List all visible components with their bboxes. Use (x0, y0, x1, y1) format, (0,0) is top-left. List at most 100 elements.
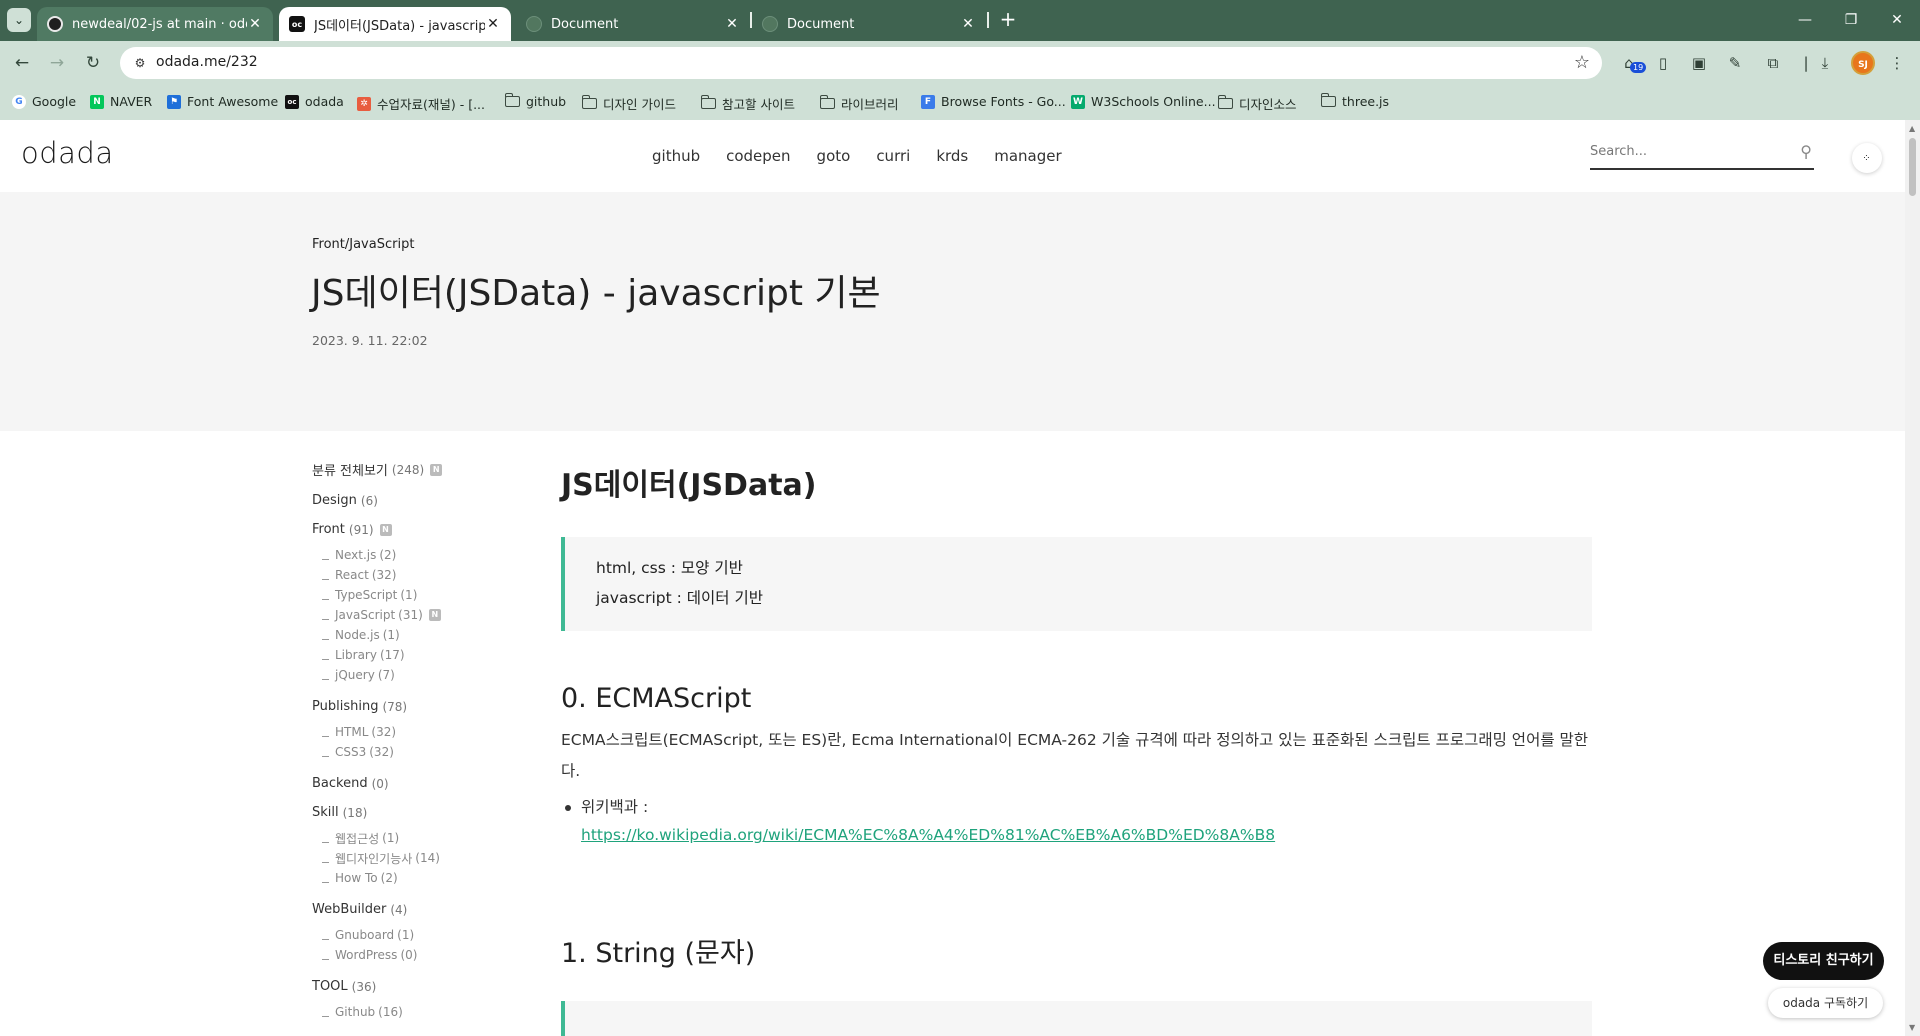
bookmark-naver[interactable]: N NAVER (90, 94, 152, 109)
search-input[interactable] (1590, 144, 1780, 159)
wikipedia-link[interactable]: https://ko.wikipedia.org/wiki/ECMA%EC%8A… (581, 826, 1275, 844)
google-fonts-icon: F (921, 94, 935, 109)
address-bar[interactable]: ⚙ odada.me/232 ☆ (120, 47, 1602, 79)
new-tab-button[interactable]: + (996, 8, 1020, 32)
subcategory-item[interactable]: JavaScript (31) N (322, 605, 542, 625)
nav-link-curri[interactable]: curri (876, 147, 910, 165)
nav-link-github[interactable]: github (652, 147, 700, 165)
bookmark-folder-reference-sites[interactable]: 참고할 사이트 (700, 94, 795, 113)
tistory-friend-button[interactable]: 티스토리 친구하기 (1763, 942, 1884, 980)
site-search: ⚲ (1590, 140, 1814, 170)
extension-icon[interactable]: ⌂ 19 (1618, 52, 1647, 74)
back-icon[interactable]: ← (10, 51, 34, 75)
bookmark-google[interactable]: G Google (12, 94, 76, 109)
forward-icon[interactable]: → (45, 51, 69, 75)
nav-link-krds[interactable]: krds (936, 147, 968, 165)
post-category[interactable]: Front/JavaScript (312, 237, 414, 252)
bookmark-label: 참고할 사이트 (722, 97, 795, 112)
main-nav: github codepen goto curri krds manager (652, 147, 1088, 165)
bookmark-class-material[interactable]: ✲ 수업자료(재널) - [... (357, 94, 485, 113)
bookmark-google-fonts[interactable]: F Browse Fonts - Go... (921, 94, 1066, 109)
category-all[interactable]: 분류 전체보기 (248) N (312, 460, 542, 479)
minimize-icon[interactable]: — (1782, 0, 1828, 41)
subcategory-count: (32) (371, 725, 397, 739)
category-design[interactable]: Design (6) (312, 493, 542, 508)
bookmark-label: odada (305, 94, 344, 109)
dash-icon (322, 841, 329, 843)
subcategory-item[interactable]: Library (17) (322, 645, 542, 665)
url-text[interactable]: odada.me/232 (156, 54, 258, 70)
restore-icon[interactable]: ❐ (1828, 0, 1874, 41)
bookmark-folder-design-source[interactable]: 디자인소스 (1217, 94, 1297, 113)
bookmark-folder-design-guide[interactable]: 디자인 가이드 (581, 94, 676, 113)
reload-icon[interactable]: ↻ (81, 51, 105, 75)
browser-tab[interactable]: newdeal/02-js at main · oddodada ✕ (37, 7, 273, 41)
extension-icon[interactable]: ▯ (1652, 52, 1674, 74)
browser-tab[interactable]: Document ✕ (516, 7, 750, 41)
subcategory-item[interactable]: Github (16) (322, 1002, 542, 1022)
site-header: odada github codepen goto curri krds man… (0, 120, 1905, 192)
browser-tab-active[interactable]: oc JS데이터(JSData) - javascript 기본 ✕ (279, 7, 511, 41)
dash-icon (322, 658, 329, 660)
eyedropper-icon[interactable]: ✎ (1724, 52, 1746, 74)
subcategory-item[interactable]: CSS3 (32) (322, 742, 542, 762)
nav-link-goto[interactable]: goto (817, 147, 851, 165)
nav-link-manager[interactable]: manager (994, 147, 1061, 165)
subcategory-item[interactable]: 웹접근성 (1) (322, 828, 542, 848)
new-badge: N (428, 609, 441, 621)
browser-tab[interactable]: Document ✕ (752, 7, 986, 41)
bookmark-font-awesome[interactable]: ⚑ Font Awesome (167, 94, 278, 109)
category-webbuilder[interactable]: WebBuilder (4) (312, 902, 542, 917)
category-count: (36) (351, 979, 377, 994)
subcategory-item[interactable]: WordPress (0) (322, 945, 542, 965)
tab-close-icon[interactable]: ✕ (960, 16, 976, 32)
category-skill[interactable]: Skill (18) (312, 805, 542, 820)
subcategory-item[interactable]: TypeScript (1) (322, 585, 542, 605)
tab-close-icon[interactable]: ✕ (247, 16, 263, 32)
subcategory-item[interactable]: jQuery (7) (322, 665, 542, 685)
subcategory-item[interactable]: HTML (32) (322, 722, 542, 742)
profile-avatar[interactable]: SJ (1851, 51, 1875, 75)
bookmark-label: Google (32, 94, 77, 109)
close-window-icon[interactable]: ✕ (1874, 0, 1920, 41)
tab-close-icon[interactable]: ✕ (724, 16, 740, 32)
google-icon: G (12, 94, 26, 109)
more-menu-icon[interactable]: ⋮ (1886, 52, 1908, 74)
subscribe-button[interactable]: odada 구독하기 (1768, 988, 1883, 1018)
tab-close-icon[interactable]: ✕ (485, 16, 501, 32)
list-item: 위키백과 : https://ko.wikipedia.org/wiki/ECM… (565, 793, 1592, 849)
scrollbar-thumb[interactable] (1909, 138, 1916, 196)
subcategory-item[interactable]: How To (2) (322, 868, 542, 888)
page-scrollbar[interactable]: ▲ ▼ (1905, 120, 1920, 1036)
subcategory-item[interactable]: React (32) (322, 565, 542, 585)
category-backend[interactable]: Backend (0) (312, 776, 542, 791)
site-logo[interactable]: odada (21, 136, 114, 170)
subcategory-item[interactable]: 웹디자인기능사 (14) (322, 848, 542, 868)
scroll-down-icon[interactable]: ▼ (1909, 1023, 1915, 1032)
subcategory-item[interactable]: Node.js (1) (322, 625, 542, 645)
subcategory-item[interactable]: Gnuboard (1) (322, 925, 542, 945)
subcategory-count: (14) (415, 851, 440, 865)
extension-icon[interactable]: ▣ (1688, 52, 1710, 74)
download-icon[interactable]: ⤓ (1814, 52, 1836, 74)
nav-link-codepen[interactable]: codepen (726, 147, 790, 165)
subcategory-item[interactable]: Next.js (2) (322, 545, 542, 565)
category-front[interactable]: Front (91) N (312, 522, 542, 537)
bookmark-folder-github[interactable]: github (504, 93, 567, 109)
bookmark-odada[interactable]: oc odada (285, 94, 344, 109)
extensions-puzzle-icon[interactable]: ⧉ (1762, 52, 1784, 74)
bookmark-star-icon[interactable]: ☆ (1574, 52, 1590, 73)
category-tool[interactable]: TOOL (36) (312, 979, 542, 994)
extension-badge: 19 (1630, 62, 1647, 73)
bookmark-w3schools[interactable]: W W3Schools Online... (1071, 94, 1216, 109)
bookmark-folder-threejs[interactable]: three.js (1320, 93, 1389, 109)
category-publishing[interactable]: Publishing (78) (312, 699, 542, 714)
search-icon[interactable]: ⚲ (1800, 142, 1812, 161)
bookmark-label: github (526, 94, 567, 109)
site-info-icon[interactable]: ⚙ (131, 54, 149, 72)
dash-icon (322, 735, 329, 737)
tab-search-button[interactable]: ⌄ (7, 8, 31, 32)
menu-dots-icon[interactable]: ⁘ (1852, 143, 1882, 173)
scroll-up-icon[interactable]: ▲ (1909, 124, 1915, 133)
bookmark-folder-library[interactable]: 라이브러리 (819, 94, 899, 113)
